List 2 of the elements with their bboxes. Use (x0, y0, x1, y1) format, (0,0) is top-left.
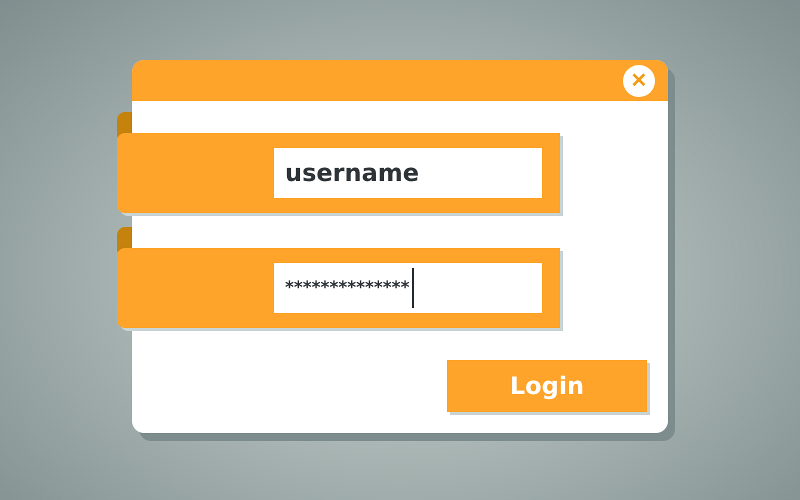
password-field[interactable]: ************** (274, 263, 542, 313)
username-field[interactable]: username (274, 148, 542, 198)
